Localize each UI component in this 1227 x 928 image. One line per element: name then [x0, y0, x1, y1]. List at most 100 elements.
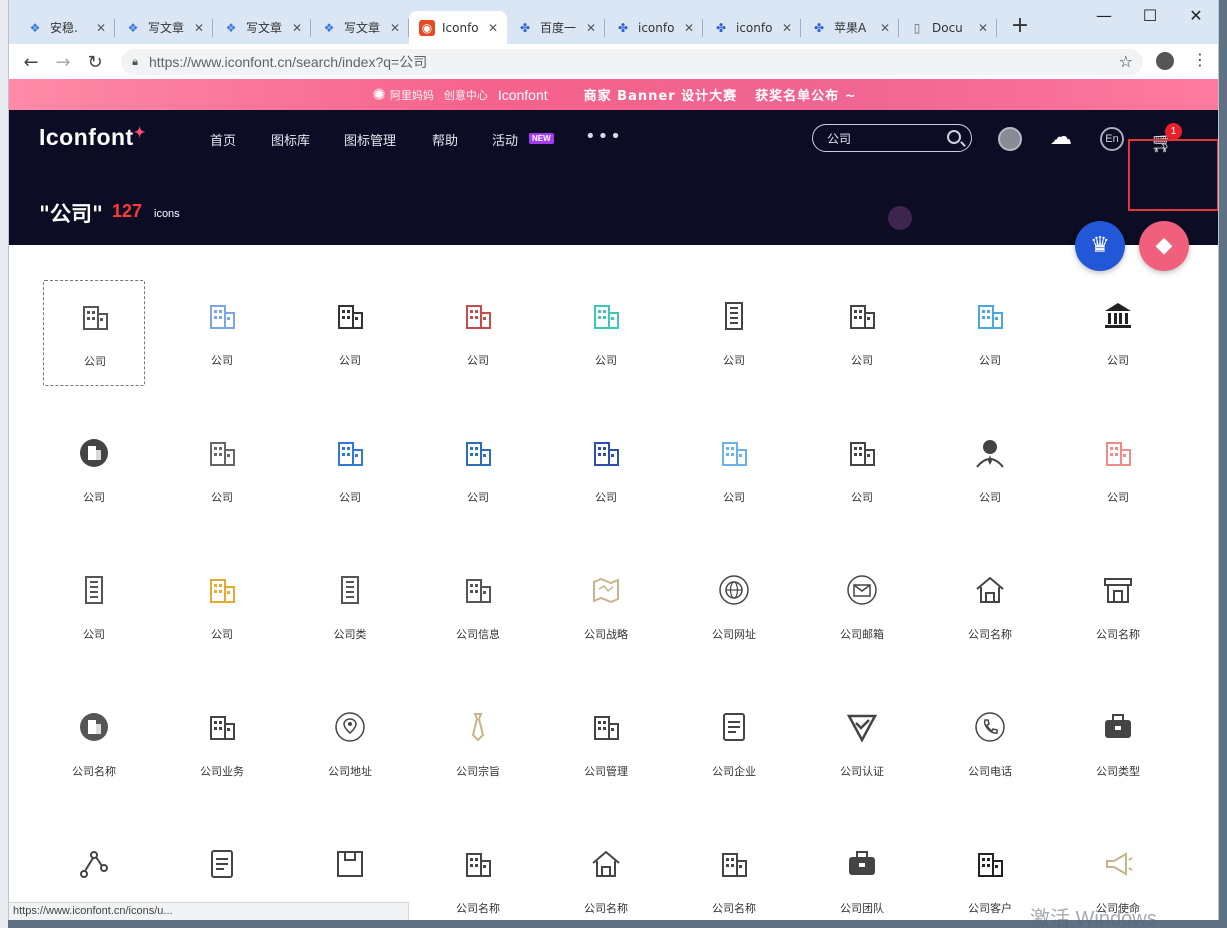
iconfont-logo[interactable]: Iconfont✦	[39, 124, 146, 151]
icon-card[interactable]: 公司名称	[1067, 554, 1169, 660]
upload-cloud-icon[interactable]: ☁	[1049, 126, 1073, 150]
icon-card[interactable]: 公司宗旨	[427, 691, 529, 797]
icon-card[interactable]: 公司名称	[427, 828, 529, 920]
icon-card[interactable]: 公司	[427, 417, 529, 523]
nav-icon-library[interactable]: 图标库	[271, 130, 310, 149]
close-tab-icon[interactable]: ✕	[585, 21, 597, 35]
profile-avatar-icon[interactable]	[1156, 52, 1174, 70]
reload-icon[interactable]: ↻	[83, 50, 107, 74]
icon-card[interactable]: 公司	[171, 554, 273, 660]
office-building-icon	[718, 848, 750, 880]
icon-card[interactable]: 公司名称	[43, 691, 145, 797]
icon-card[interactable]: 公司名称	[683, 828, 785, 920]
maximize-button[interactable]: ☐	[1127, 0, 1173, 30]
icon-card[interactable]: 公司团队	[811, 828, 913, 920]
home-icon	[974, 574, 1006, 606]
icon-card[interactable]: 公司信息	[427, 554, 529, 660]
icon-card[interactable]: 公司地址	[299, 691, 401, 797]
windows-activation-watermark: 激活 Windows	[1030, 908, 1157, 928]
close-tab-icon[interactable]: ✕	[977, 21, 989, 35]
icon-card[interactable]: 公司电话	[939, 691, 1041, 797]
minimize-button[interactable]: —	[1081, 0, 1127, 30]
nav-more-icon[interactable]: •••	[585, 126, 623, 147]
tab-title: Iconfo	[442, 20, 479, 35]
document-icon	[718, 711, 750, 743]
menu-kebab-icon[interactable]: ⋮	[1192, 50, 1208, 69]
icon-card[interactable]: 公司	[811, 417, 913, 523]
nav-home[interactable]: 首页	[210, 130, 236, 149]
close-tab-icon[interactable]: ✕	[879, 21, 891, 35]
bookmark-star-icon[interactable]: ☆	[1119, 52, 1133, 71]
nav-help[interactable]: 帮助	[432, 130, 458, 149]
icon-card[interactable]: 公司业务	[171, 691, 273, 797]
icon-card[interactable]: 公司管理	[555, 691, 657, 797]
browser-tab[interactable]: ✤ 百度一 ✕	[507, 11, 605, 44]
icon-label: 公司	[467, 491, 489, 504]
icon-card[interactable]: 公司	[43, 554, 145, 660]
browser-tab[interactable]: ✤ iconfo ✕	[703, 11, 801, 44]
icon-card[interactable]: 公司	[171, 280, 273, 386]
close-tab-icon[interactable]: ✕	[95, 21, 107, 35]
browser-tab[interactable]: ▯ Docu ✕	[899, 11, 997, 44]
icon-label: 公司	[84, 355, 106, 368]
url-text[interactable]: https://www.iconfont.cn/search/index?q=公…	[149, 52, 427, 72]
browser-tab[interactable]: ✤ 苹果A ✕	[801, 11, 899, 44]
icon-card[interactable]: 公司	[683, 417, 785, 523]
crown-icon[interactable]: ♛	[1075, 221, 1125, 271]
browser-tab[interactable]: ◉ Iconfo ✕	[409, 11, 507, 44]
icon-card[interactable]: 公司	[1067, 280, 1169, 386]
icon-card[interactable]: 公司	[555, 417, 657, 523]
icon-card[interactable]: 公司	[555, 280, 657, 386]
back-icon[interactable]: ←	[19, 50, 43, 74]
icon-card[interactable]: 公司客户	[939, 828, 1041, 920]
tab-title: 苹果A	[834, 21, 867, 35]
icon-card[interactable]: 公司名称	[939, 554, 1041, 660]
search-box[interactable]	[812, 124, 972, 152]
search-icon[interactable]	[947, 130, 961, 144]
icon-card[interactable]: 公司	[1067, 417, 1169, 523]
icon-card[interactable]: 公司	[171, 417, 273, 523]
icon-card[interactable]: 公司	[939, 417, 1041, 523]
user-avatar-icon[interactable]	[998, 127, 1022, 151]
icon-label: 公司	[211, 354, 233, 367]
close-tab-icon[interactable]: ✕	[487, 21, 499, 35]
icon-card[interactable]: 公司战略	[555, 554, 657, 660]
browser-tab[interactable]: ❖ 写文章 ✕	[311, 11, 409, 44]
icon-card[interactable]: 公司	[299, 280, 401, 386]
close-tab-icon[interactable]: ✕	[389, 21, 401, 35]
icon-card[interactable]: 公司	[683, 280, 785, 386]
new-tab-button[interactable]: +	[1009, 13, 1031, 39]
icon-card[interactable]: 公司	[811, 280, 913, 386]
close-tab-icon[interactable]: ✕	[193, 21, 205, 35]
search-input[interactable]	[827, 130, 937, 146]
icon-card[interactable]: 公司	[939, 280, 1041, 386]
browser-tab[interactable]: ❖ 写文章 ✕	[115, 11, 213, 44]
close-tab-icon[interactable]: ✕	[291, 21, 303, 35]
nav-activity[interactable]: 活动	[492, 130, 518, 149]
icon-card[interactable]: 公司邮箱	[811, 554, 913, 660]
icon-card[interactable]: 公司	[43, 417, 145, 523]
close-tab-icon[interactable]: ✕	[683, 21, 695, 35]
paint-bucket-icon[interactable]: ◆	[1139, 221, 1189, 271]
icon-card[interactable]: 公司	[43, 280, 145, 386]
language-switch[interactable]: En	[1100, 127, 1124, 151]
forward-icon[interactable]: →	[51, 50, 75, 74]
icon-card[interactable]: 公司类型	[1067, 691, 1169, 797]
icon-card[interactable]: 公司类	[299, 554, 401, 660]
close-window-button[interactable]: ✕	[1173, 0, 1218, 30]
browser-tab[interactable]: ✤ iconfo ✕	[605, 11, 703, 44]
icon-card[interactable]: 公司	[427, 280, 529, 386]
icon-card[interactable]: 公司名称	[555, 828, 657, 920]
browser-tab[interactable]: ❖ 写文章 ✕	[213, 11, 311, 44]
close-tab-icon[interactable]: ✕	[781, 21, 793, 35]
bank-icon	[1102, 300, 1134, 332]
icon-card[interactable]: 公司企业	[683, 691, 785, 797]
icon-card[interactable]: 公司认证	[811, 691, 913, 797]
icon-card[interactable]: 公司网址	[683, 554, 785, 660]
browser-tab[interactable]: ❖ 安稳. ✕	[17, 11, 115, 44]
icon-label: 公司名称	[72, 765, 116, 778]
icon-card[interactable]: 公司	[299, 417, 401, 523]
promo-banner[interactable]: ✺ 阿里妈妈 创意中心 Iconfont 商家 Banner 设计大赛 获奖名单…	[9, 79, 1218, 110]
address-bar[interactable]: 🔒︎ https://www.iconfont.cn/search/index?…	[121, 49, 1143, 75]
nav-icon-management[interactable]: 图标管理	[344, 130, 396, 149]
